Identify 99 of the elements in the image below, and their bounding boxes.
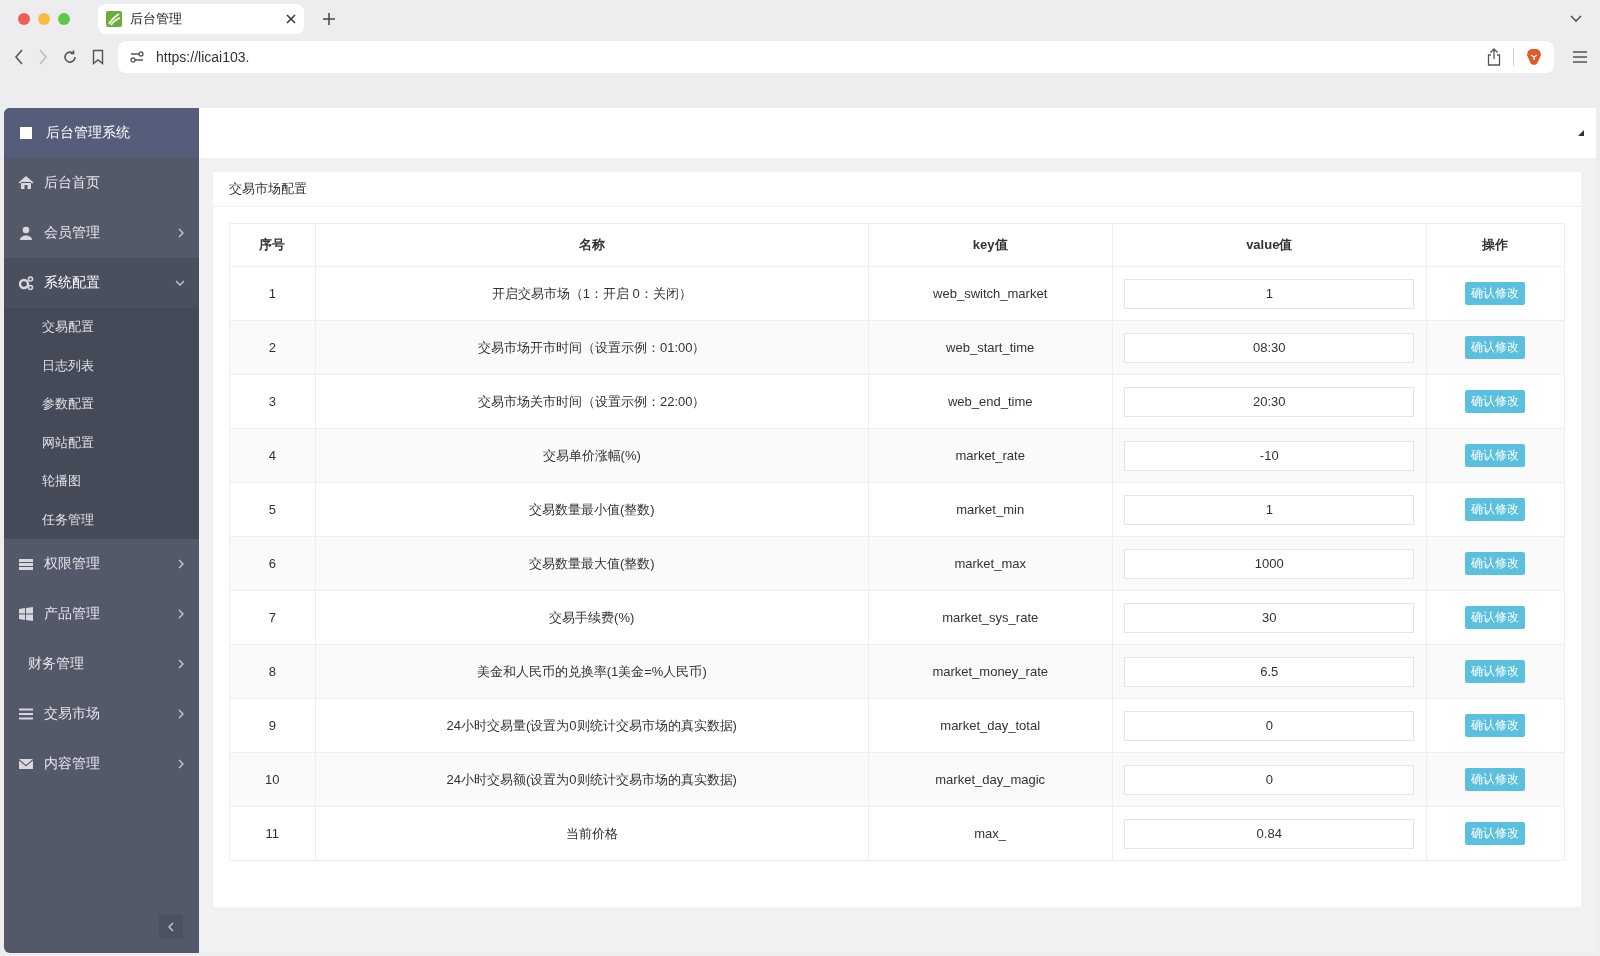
chevron-right-icon bbox=[177, 709, 185, 719]
value-input[interactable]: 08:30 bbox=[1124, 332, 1415, 363]
table-cell: 5 bbox=[229, 482, 316, 537]
square-icon bbox=[20, 127, 32, 139]
table-cell: 当前价格 bbox=[315, 806, 869, 861]
system-title: 后台管理系统 bbox=[46, 124, 130, 142]
value-input[interactable]: 1 bbox=[1124, 494, 1415, 525]
sidebar-item[interactable]: 会员管理 bbox=[4, 208, 199, 258]
sidebar-item[interactable]: 系统配置 bbox=[4, 258, 199, 308]
table-cell: 2 bbox=[229, 320, 316, 375]
column-header: key值 bbox=[868, 223, 1113, 267]
back-icon[interactable] bbox=[14, 49, 24, 65]
address-bar[interactable]: https://licai103. bbox=[118, 41, 1554, 73]
table-cell: market_sys_rate bbox=[868, 590, 1113, 645]
corner-triangle-icon bbox=[1578, 130, 1584, 136]
list-bars-icon bbox=[18, 556, 34, 572]
table-cell: 交易数量最大值(整数) bbox=[315, 536, 869, 591]
table-cell: 9 bbox=[229, 698, 316, 753]
home-icon bbox=[18, 175, 34, 191]
table-cell: 开启交易市场（1：开启 0：关闭） bbox=[315, 266, 869, 321]
table-cell: 11 bbox=[229, 806, 316, 861]
chevron-right-icon bbox=[177, 609, 185, 619]
column-header: 操作 bbox=[1426, 223, 1565, 267]
value-input[interactable]: -10 bbox=[1124, 440, 1415, 471]
value-input[interactable]: 6.5 bbox=[1124, 656, 1415, 687]
table-cell: 1 bbox=[229, 266, 316, 321]
maximize-window-dot[interactable] bbox=[58, 13, 70, 25]
table-cell: max_ bbox=[868, 806, 1113, 861]
chevron-right-icon bbox=[177, 228, 185, 238]
table-cell: 24小时交易量(设置为0则统计交易市场的真实数据) bbox=[315, 698, 869, 753]
table-cell: 4 bbox=[229, 428, 316, 483]
bookmark-icon[interactable] bbox=[92, 49, 104, 65]
table-cell: web_start_time bbox=[868, 320, 1113, 375]
chevron-right-icon bbox=[177, 759, 185, 769]
site-settings-icon[interactable] bbox=[130, 50, 144, 64]
column-header: 序号 bbox=[229, 223, 316, 267]
minimize-window-dot[interactable] bbox=[38, 13, 50, 25]
submenu-item[interactable]: 交易配置 bbox=[4, 308, 199, 347]
table-cell: 交易市场开市时间（设置示例：01:00） bbox=[315, 320, 869, 375]
value-input[interactable]: 1000 bbox=[1124, 548, 1415, 579]
tab-title: 后台管理 bbox=[130, 10, 183, 28]
table-cell: market_money_rate bbox=[868, 644, 1113, 699]
chevron-left-icon bbox=[167, 922, 175, 932]
value-input[interactable]: 1 bbox=[1124, 278, 1415, 309]
value-input[interactable]: 30 bbox=[1124, 602, 1415, 633]
submenu-item[interactable]: 轮播图 bbox=[4, 462, 199, 501]
person-icon bbox=[18, 225, 34, 241]
table-cell: 6 bbox=[229, 536, 316, 591]
url-text: https://licai103. bbox=[156, 49, 250, 65]
table-cell: 交易市场关市时间（设置示例：22:00） bbox=[315, 374, 869, 429]
table-cell: web_switch_market bbox=[868, 266, 1113, 321]
table-cell: 交易单价涨幅(%) bbox=[315, 428, 869, 483]
table-cell: 美金和人民币的兑换率(1美金=%人民币) bbox=[315, 644, 869, 699]
table-cell: 8 bbox=[229, 644, 316, 699]
close-window-dot[interactable] bbox=[18, 13, 30, 25]
table-cell: 24小时交易额(设置为0则统计交易市场的真实数据) bbox=[315, 752, 869, 807]
column-header: value值 bbox=[1112, 223, 1427, 267]
reload-icon[interactable] bbox=[62, 49, 78, 65]
tab-close-icon[interactable] bbox=[286, 14, 296, 24]
table-cell: market_min bbox=[868, 482, 1113, 537]
table-cell: 交易手续费(%) bbox=[315, 590, 869, 645]
submenu-item[interactable]: 网站配置 bbox=[4, 423, 199, 462]
menu-lines-icon bbox=[18, 706, 34, 722]
chevron-down-icon bbox=[175, 279, 185, 287]
gears-icon bbox=[18, 275, 34, 291]
sidebar-item[interactable]: 交易市场 bbox=[4, 689, 199, 739]
submenu-item[interactable]: 参数配置 bbox=[4, 385, 199, 424]
submenu-item[interactable]: 日志列表 bbox=[4, 346, 199, 385]
windows-grid-icon bbox=[18, 606, 34, 622]
table-cell: market_day_magic bbox=[868, 752, 1113, 807]
browser-tab[interactable]: 后台管理 bbox=[98, 4, 304, 34]
panel-title: 交易市场配置 bbox=[213, 172, 1581, 207]
sidebar-item[interactable]: 后台首页 bbox=[4, 158, 199, 208]
envelope-icon bbox=[18, 756, 34, 772]
chevron-right-icon bbox=[177, 659, 185, 669]
table-cell: 7 bbox=[229, 590, 316, 645]
submenu-item[interactable]: 任务管理 bbox=[4, 500, 199, 539]
sidebar-item[interactable]: 权限管理 bbox=[4, 539, 199, 589]
site-favicon-icon bbox=[106, 11, 122, 27]
value-input[interactable]: 20:30 bbox=[1124, 386, 1415, 417]
table-cell: market_day_total bbox=[868, 698, 1113, 753]
table-cell: 10 bbox=[229, 752, 316, 807]
tab-list-chevron-icon[interactable] bbox=[1570, 15, 1582, 23]
table-cell: 交易数量最小值(整数) bbox=[315, 482, 869, 537]
chevron-right-icon bbox=[177, 559, 185, 569]
share-icon[interactable] bbox=[1487, 48, 1501, 66]
menu-icon[interactable] bbox=[1572, 50, 1588, 64]
value-input[interactable]: 0 bbox=[1124, 710, 1415, 741]
column-header: 名称 bbox=[315, 223, 869, 267]
table-cell: web_end_time bbox=[868, 374, 1113, 429]
new-tab-icon[interactable] bbox=[322, 12, 336, 26]
table-cell: market_rate bbox=[868, 428, 1113, 483]
value-input[interactable]: 0.84 bbox=[1124, 818, 1415, 849]
value-input[interactable]: 0 bbox=[1124, 764, 1415, 795]
sidebar-item[interactable]: 产品管理 bbox=[4, 589, 199, 639]
sidebar-item[interactable]: 财务管理 bbox=[4, 639, 199, 689]
table-cell: 3 bbox=[229, 374, 316, 429]
sidebar-item[interactable]: 内容管理 bbox=[4, 739, 199, 789]
table-cell: market_max bbox=[868, 536, 1113, 591]
